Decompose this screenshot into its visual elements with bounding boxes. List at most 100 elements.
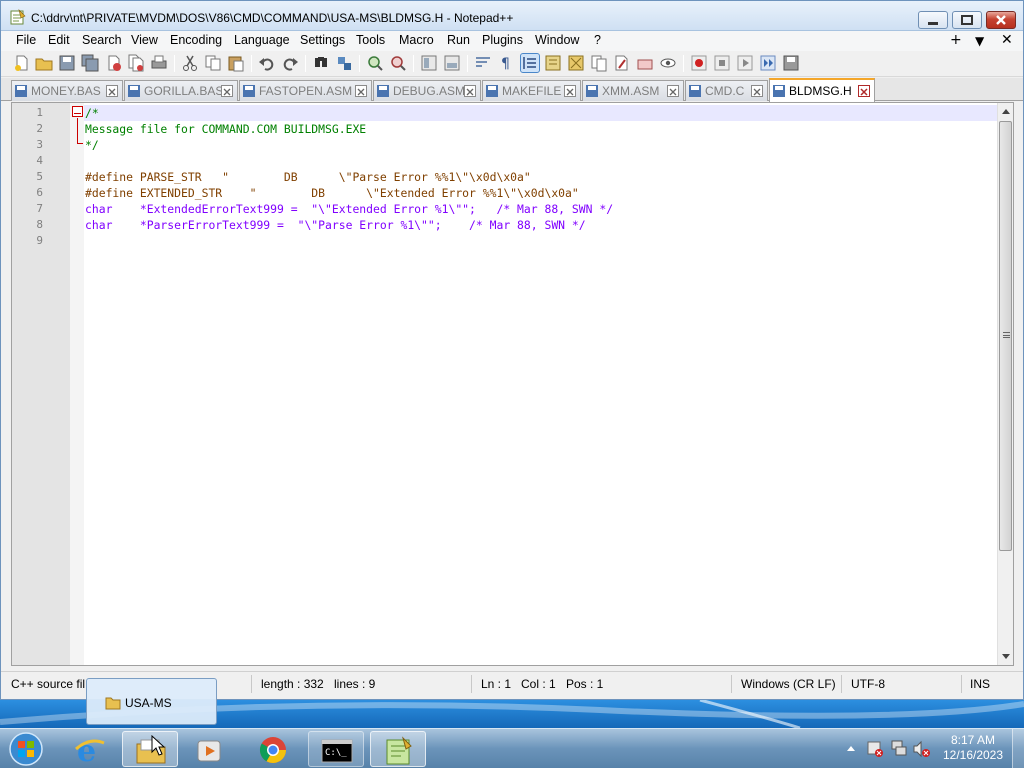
maximize-button[interactable] <box>952 11 982 29</box>
replace-icon[interactable] <box>335 54 353 72</box>
folder-as-workspace-icon[interactable] <box>613 54 631 72</box>
scrollbar-thumb[interactable] <box>999 121 1012 551</box>
monitoring-eye-icon[interactable] <box>659 54 677 72</box>
copy-icon[interactable] <box>204 54 222 72</box>
toolbar-separator <box>413 55 414 72</box>
volume-muted-icon <box>913 740 930 758</box>
close-file-icon[interactable] <box>105 54 123 72</box>
record-macro-icon[interactable] <box>690 54 708 72</box>
line-number: 2 <box>36 122 43 135</box>
taskbar-notepadpp[interactable] <box>370 731 426 767</box>
paste-icon[interactable] <box>227 54 245 72</box>
tab-close-icon[interactable] <box>221 85 233 97</box>
tab-close-icon[interactable] <box>564 85 576 97</box>
zoom-in-icon[interactable] <box>366 54 384 72</box>
tab-xmm-asm[interactable]: XMM.ASM <box>582 80 684 101</box>
menu-plugins[interactable]: Plugins <box>481 33 524 47</box>
new-tab-plus-button[interactable]: + <box>950 32 962 48</box>
sync-horizontal-icon[interactable] <box>443 54 461 72</box>
status-separator <box>251 675 252 693</box>
code-line: 1 /* <box>12 105 1002 121</box>
tab-gorilla-bas[interactable]: GORILLA.BAS <box>124 80 238 101</box>
menu-language[interactable]: Language <box>233 33 291 47</box>
saved-file-icon <box>586 85 598 97</box>
scroll-down-icon[interactable] <box>1002 654 1010 659</box>
tab-label: XMM.ASM <box>602 84 660 98</box>
menu-encoding[interactable]: Encoding <box>169 33 223 47</box>
new-file-icon[interactable] <box>13 54 31 72</box>
cut-icon[interactable] <box>181 54 199 72</box>
word-wrap-icon[interactable] <box>474 54 492 72</box>
show-all-characters-icon[interactable]: ¶ <box>497 54 515 72</box>
tab-close-icon[interactable] <box>355 85 367 97</box>
menu-file[interactable]: File <box>15 33 37 47</box>
sync-vertical-icon[interactable] <box>420 54 438 72</box>
close-window-button[interactable] <box>986 11 1016 29</box>
system-clock[interactable]: 8:17 AM 12/16/2023 <box>940 733 1006 763</box>
media-player-icon <box>197 740 221 762</box>
menu-macro[interactable]: Macro <box>398 33 435 47</box>
menu-help[interactable]: ? <box>593 33 602 47</box>
save-macro-icon[interactable] <box>782 54 800 72</box>
save-all-icon[interactable] <box>81 54 99 72</box>
tab-bldmsg-h[interactable]: BLDMSG.H <box>769 78 875 102</box>
tab-debug-asm[interactable]: DEBUG.ASM <box>373 80 481 101</box>
taskbar-internet-explorer[interactable]: e <box>62 731 118 767</box>
function-list-icon[interactable] <box>590 54 608 72</box>
minimize-button[interactable] <box>918 11 948 29</box>
tab-list-dropdown-button[interactable]: ▼ <box>975 34 984 48</box>
open-file-icon[interactable] <box>35 54 53 72</box>
save-icon[interactable] <box>58 54 76 72</box>
menu-settings[interactable]: Settings <box>299 33 346 47</box>
print-icon[interactable] <box>150 54 168 72</box>
run-macro-multiple-icon[interactable] <box>759 54 777 72</box>
tab-cmd-c[interactable]: CMD.C <box>685 80 768 101</box>
document-map-icon[interactable] <box>567 54 585 72</box>
tab-makefile[interactable]: MAKEFILE <box>482 80 581 101</box>
taskbar-command-prompt[interactable]: C:\_ <box>308 731 364 767</box>
playback-macro-icon[interactable] <box>736 54 754 72</box>
taskbar-folder-popup[interactable]: USA-MS <box>86 678 217 725</box>
indent-guide-icon[interactable] <box>520 53 540 73</box>
close-tab-menu-button[interactable]: ✕ <box>1001 32 1013 48</box>
zoom-out-icon[interactable] <box>389 54 407 72</box>
menu-search[interactable]: Search <box>81 33 123 47</box>
system-tray <box>842 729 932 768</box>
menu-tools[interactable]: Tools <box>355 33 386 47</box>
taskbar-media-player[interactable] <box>182 731 238 767</box>
title-bar[interactable]: C:\ddrv\nt\PRIVATE\MVDM\DOS\V86\CMD\COMM… <box>1 1 1023 31</box>
notepadpp-app-icon <box>10 9 26 25</box>
popup-folder-label[interactable]: USA-MS <box>125 696 172 710</box>
status-eol[interactable]: Windows (CR LF) <box>741 677 836 691</box>
show-desktop-button[interactable] <box>1012 729 1024 768</box>
redo-icon[interactable] <box>281 54 299 72</box>
menu-edit[interactable]: Edit <box>47 33 71 47</box>
saved-file-icon <box>689 85 701 97</box>
scroll-up-icon[interactable] <box>1002 109 1010 114</box>
undo-icon[interactable] <box>258 54 276 72</box>
tab-fastopen-asm[interactable]: FASTOPEN.ASM <box>239 80 372 101</box>
menu-window[interactable]: Window <box>534 33 580 47</box>
tab-close-icon[interactable] <box>464 85 476 97</box>
tab-close-icon[interactable] <box>106 85 118 97</box>
status-insert-mode[interactable]: INS <box>970 677 990 691</box>
taskbar-chrome[interactable] <box>245 731 301 767</box>
code-editor[interactable]: 1 /* 2 Message file for COMMAND.COM BUIL… <box>11 102 1014 666</box>
find-icon[interactable] <box>312 54 330 72</box>
project-panel-icon[interactable] <box>636 54 654 72</box>
thumb-grip-icon <box>1003 332 1010 338</box>
window-title: C:\ddrv\nt\PRIVATE\MVDM\DOS\V86\CMD\COMM… <box>31 11 514 25</box>
tab-money-bas[interactable]: MONEY.BAS <box>11 80 123 101</box>
menu-run[interactable]: Run <box>446 33 471 47</box>
user-defined-language-icon[interactable] <box>544 54 562 72</box>
vertical-scrollbar[interactable] <box>997 103 1013 665</box>
close-all-icon[interactable] <box>127 54 145 72</box>
tab-close-icon[interactable] <box>667 85 679 97</box>
menu-view[interactable]: View <box>130 33 159 47</box>
tab-close-icon[interactable] <box>751 85 763 97</box>
status-encoding[interactable]: UTF-8 <box>851 677 885 691</box>
clock-date: 12/16/2023 <box>942 748 1004 762</box>
start-button[interactable] <box>6 730 46 768</box>
stop-recording-icon[interactable] <box>713 54 731 72</box>
tab-close-icon[interactable] <box>858 85 870 97</box>
